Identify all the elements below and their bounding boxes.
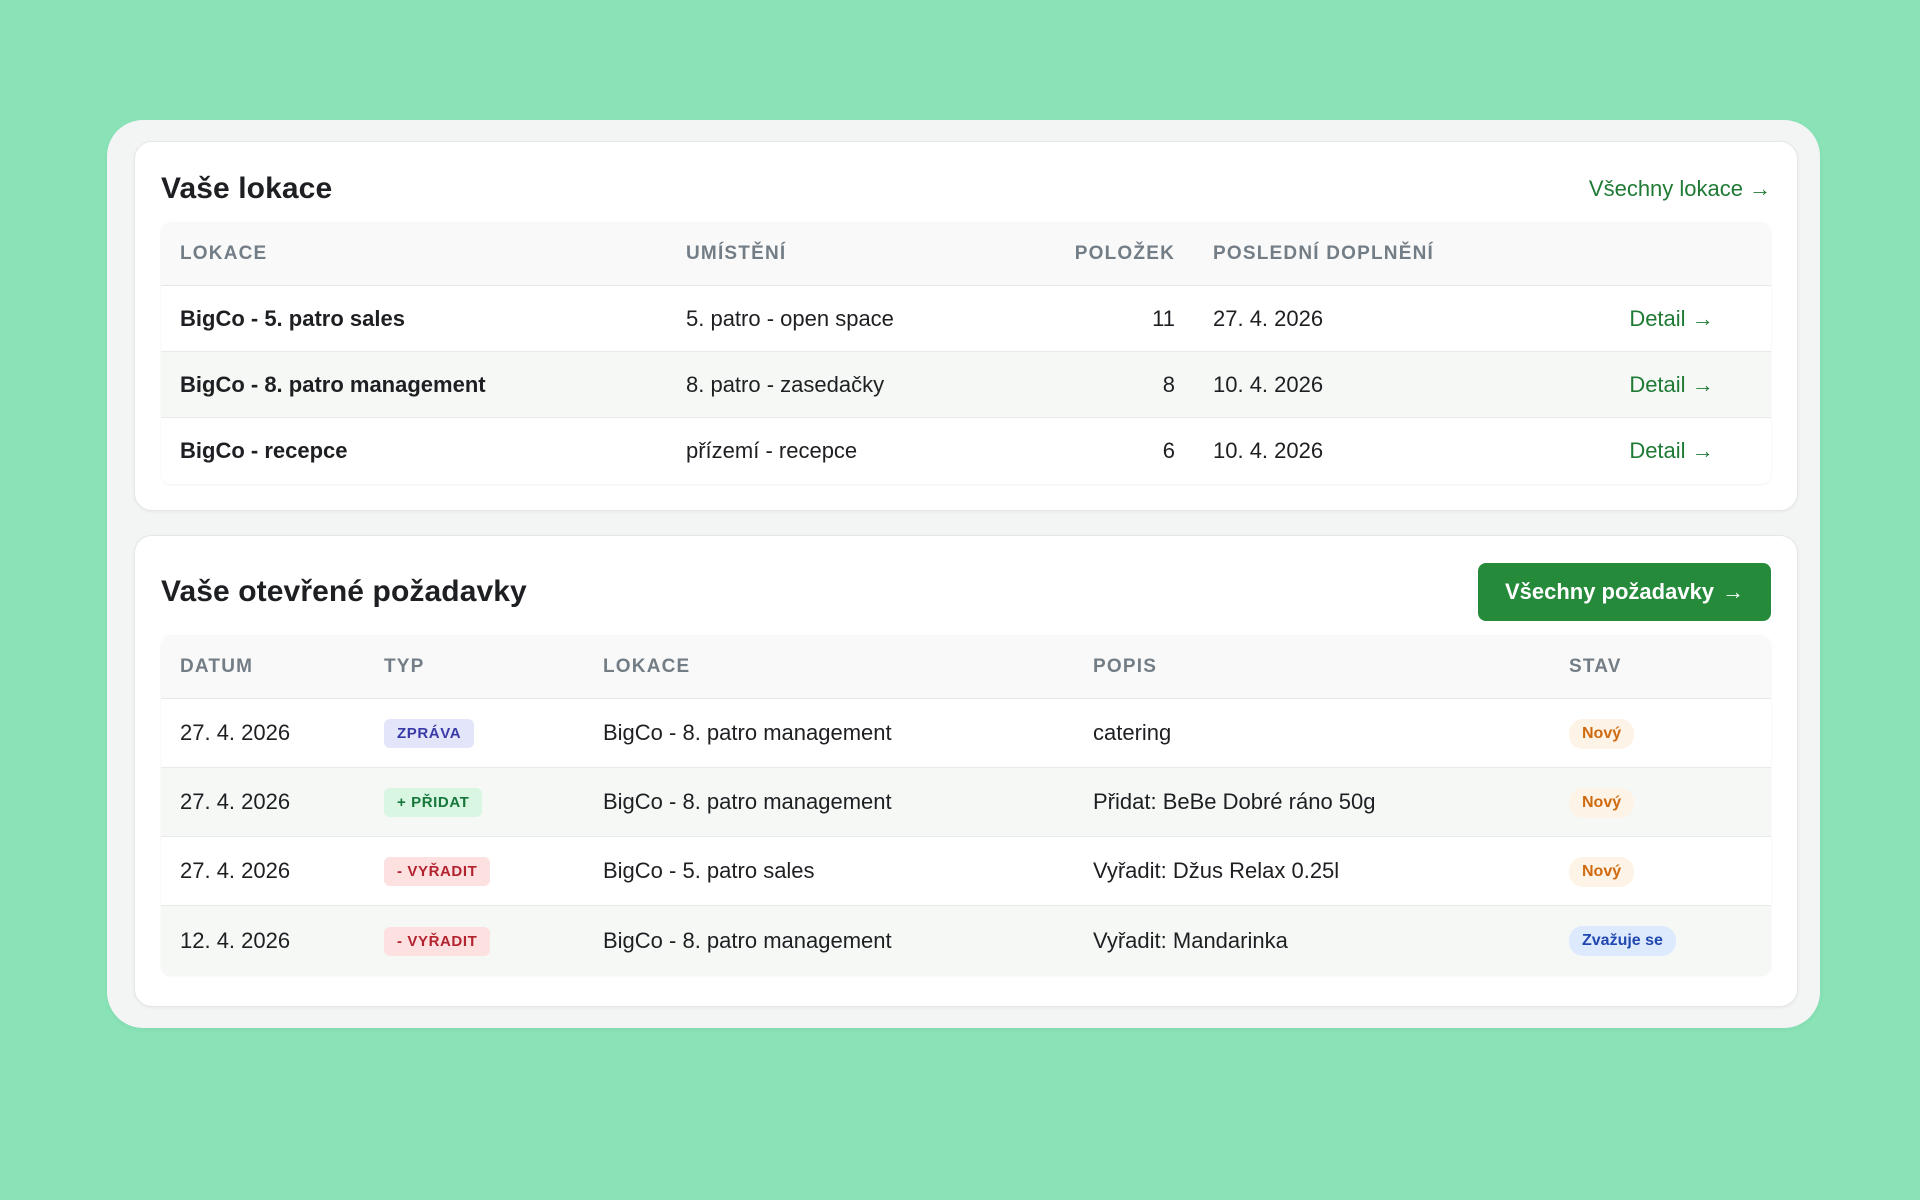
location-items: 6 (1162, 438, 1175, 463)
all-requests-label: Všechny požadavky (1504, 579, 1715, 604)
all-locations-link[interactable]: Všechny lokace → (1589, 176, 1771, 202)
detail-label: Detail (1629, 305, 1686, 331)
type-cell: - VYŘADIT (365, 856, 584, 886)
status-badge: Nový (1569, 787, 1635, 818)
arrow-right-icon: → (1749, 176, 1771, 201)
request-location: BigCo - 5. patro sales (603, 858, 815, 883)
table-row: 27. 4. 2026 ZPRÁVA BigCo - 8. patro manage… (161, 699, 1771, 768)
request-description: Přidat: BeBe Dobré ráno 50g (1093, 789, 1376, 814)
col-items: Položek (1074, 242, 1175, 264)
col-description: Popis (1093, 655, 1158, 677)
requests-card: Vaše otevřené požadavky Všechny požadavk… (134, 535, 1798, 1007)
col-status: Stav (1569, 655, 1622, 677)
location-name: BigCo - 5. patro sales (180, 305, 405, 331)
arrow-right-icon: → (1722, 579, 1745, 604)
col-location: Lokace (180, 242, 268, 264)
locations-table: Lokace Umístění Položek Poslední doplněn… (161, 222, 1771, 484)
table-row: BigCo - 8. patro management 8. patro - za… (161, 352, 1771, 418)
all-locations-label: Všechny lokace (1588, 176, 1743, 201)
detail-label: Detail (1629, 371, 1686, 397)
detail-link[interactable]: Detail → (1629, 372, 1713, 397)
location-last-refill: 27. 4. 2026 (1213, 305, 1324, 331)
detail-label: Detail (1629, 438, 1686, 463)
col-type: Typ (384, 655, 425, 677)
request-description: Vyřadit: Džus Relax 0.25l (1093, 858, 1340, 883)
request-location: BigCo - 8. patro management (603, 789, 892, 814)
location-last-refill: 10. 4. 2026 (1213, 438, 1324, 463)
table-row: 12. 4. 2026 - VYŘADIT BigCo - 8. patro man… (161, 906, 1771, 975)
col-last-refill: Poslední doplnění (1213, 242, 1434, 264)
arrow-right-icon: → (1691, 371, 1714, 397)
type-badge: ZPRÁVA (384, 719, 475, 748)
col-date: Datum (180, 655, 254, 677)
table-row: 27. 4. 2026 + PŘIDAT BigCo - 8. patro mana… (161, 768, 1771, 837)
arrow-right-icon: → (1691, 305, 1714, 331)
detail-cell: Detail → (1572, 438, 1771, 464)
detail-link[interactable]: Detail → (1629, 306, 1713, 331)
col-location: Lokace (603, 655, 691, 677)
status-badge: Zvažuje se (1569, 926, 1676, 956)
status-cell: Nový (1550, 718, 1771, 749)
type-cell: + PŘIDAT (365, 787, 584, 817)
arrow-right-icon: → (1691, 438, 1714, 463)
status-cell: Nový (1550, 787, 1771, 818)
detail-cell: Detail → (1572, 372, 1771, 398)
requests-title: Vaše otevřené požadavky (161, 575, 527, 608)
table-row: BigCo - recepce přízemí - recepce 6 10. 4. … (161, 418, 1771, 484)
locations-table-body: BigCo - 5. patro sales 5. patro - open sp… (161, 286, 1771, 484)
location-place: přízemí - recepce (686, 438, 858, 463)
locations-card: Vaše lokace Všechny lokace → Lokace Umís… (134, 141, 1798, 511)
request-location: BigCo - 8. patro management (603, 720, 892, 745)
request-description: Vyřadit: Mandarinka (1093, 927, 1288, 953)
status-cell: Zvažuje se (1550, 925, 1771, 956)
table-row: 27. 4. 2026 - VYŘADIT BigCo - 5. patro sal… (161, 837, 1771, 906)
location-items: 11 (1152, 305, 1175, 331)
request-location: BigCo - 8. patro management (603, 927, 892, 953)
location-items: 8 (1162, 371, 1175, 397)
request-description: catering (1093, 720, 1172, 745)
locations-title: Vaše lokace (161, 172, 333, 205)
detail-link[interactable]: Detail → (1629, 438, 1713, 463)
type-badge: - VYŘADIT (384, 857, 491, 886)
type-cell: - VYŘADIT (365, 926, 584, 956)
requests-table-header: Datum Typ Lokace Popis Stav (161, 635, 1771, 699)
type-badge: - VYŘADIT (384, 926, 491, 956)
request-date: 27. 4. 2026 (180, 789, 291, 814)
request-date: 12. 4. 2026 (180, 927, 291, 953)
location-last-refill: 10. 4. 2026 (1213, 371, 1324, 397)
request-date: 27. 4. 2026 (180, 858, 291, 883)
all-requests-button[interactable]: Všechny požadavky → (1478, 563, 1771, 621)
type-badge: + PŘIDAT (384, 788, 483, 817)
requests-table: Datum Typ Lokace Popis Stav 27. 4. 2026 Z… (161, 635, 1771, 975)
status-cell: Nový (1550, 856, 1771, 887)
status-badge: Nový (1569, 718, 1635, 749)
location-name: BigCo - 8. patro management (180, 371, 486, 397)
location-place: 5. patro - open space (686, 305, 894, 331)
status-badge: Nový (1569, 856, 1635, 887)
col-place: Umístění (686, 242, 787, 264)
locations-header: Vaše lokace Všechny lokace → (161, 168, 1771, 210)
table-row: BigCo - 5. patro sales 5. patro - open sp… (161, 286, 1771, 352)
location-place: 8. patro - zasedačky (686, 371, 885, 397)
request-date: 27. 4. 2026 (180, 720, 291, 745)
requests-table-body: 27. 4. 2026 ZPRÁVA BigCo - 8. patro manage… (161, 699, 1771, 975)
location-name: BigCo - recepce (180, 438, 348, 463)
detail-cell: Detail → (1572, 306, 1771, 332)
dashboard-frame: Vaše lokace Všechny lokace → Lokace Umís… (107, 120, 1820, 1028)
locations-table-header: Lokace Umístění Položek Poslední doplněn… (161, 222, 1771, 286)
requests-header: Vaše otevřené požadavky Všechny požadavk… (161, 563, 1771, 621)
type-cell: ZPRÁVA (365, 718, 584, 748)
